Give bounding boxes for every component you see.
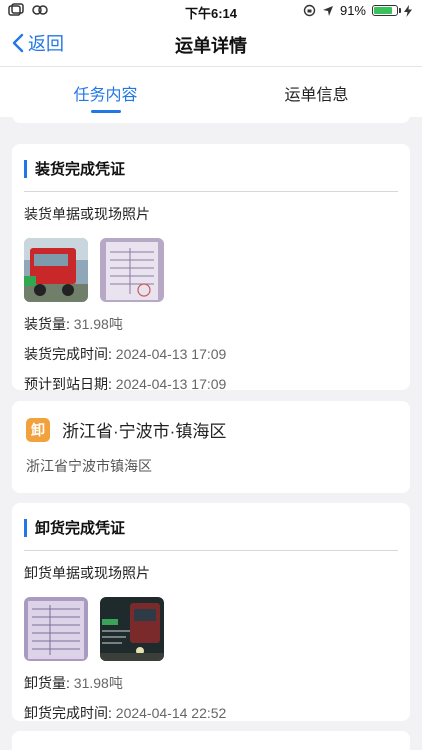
field-label: 预计到站日期: — [24, 376, 116, 392]
section-title: 卸货完成凭证 — [35, 520, 126, 537]
section-accent-bar — [24, 518, 27, 537]
section-accent-bar — [24, 159, 27, 178]
tab-task-content[interactable]: 任务内容 — [0, 67, 211, 117]
next-card-edge — [12, 731, 410, 750]
card-header: 装货完成凭证 — [12, 144, 410, 179]
active-tab-indicator — [90, 110, 121, 113]
tab-label: 运单信息 — [284, 87, 349, 104]
field-value: 2024-04-14 22:52 — [115, 705, 227, 721]
loading-proof-card: 装货完成凭证 装货单据或现场照片 装货量: 31.98吨 装货完成时间: 202… — [12, 144, 410, 392]
truck-photo[interactable] — [24, 238, 88, 302]
divider — [24, 191, 398, 192]
address-header: 卸 浙江省·宁波市·镇海区 — [12, 401, 410, 442]
truck-night-photo[interactable] — [100, 597, 164, 661]
field-label: 装货完成时间: — [24, 346, 116, 362]
divider — [24, 550, 398, 551]
photo-list — [24, 597, 410, 661]
field-value: 2024-04-13 17:09 — [115, 376, 227, 392]
field-value: 2024-04-13 17:09 — [115, 346, 227, 362]
loading-time-row: 装货完成时间: 2024-04-13 17:09 — [24, 344, 410, 362]
tab-label: 任务内容 — [73, 87, 138, 104]
photos-label: 卸货单据或现场照片 — [24, 565, 150, 581]
address-region: 浙江省·宁波市·镇海区 — [62, 422, 227, 441]
battery-icon — [372, 5, 401, 16]
unload-address-card: 卸 浙江省·宁波市·镇海区 浙江省宁波市镇海区 — [12, 401, 410, 493]
battery-fill — [374, 7, 393, 14]
field-value: 31.98吨 — [73, 675, 123, 691]
eta-row: 预计到站日期: 2024-04-13 17:09 — [24, 374, 410, 392]
charging-bolt-icon — [404, 4, 412, 17]
battery-percent: 91% — [339, 3, 366, 18]
loading-amount-row: 装货量: 31.98吨 — [24, 314, 410, 332]
rotation-lock-icon — [303, 4, 316, 17]
page-title: 运单详情 — [175, 36, 247, 56]
previous-card-edge — [12, 117, 410, 123]
section-title: 装货完成凭证 — [35, 161, 126, 178]
unload-marker-icon: 卸 — [26, 417, 50, 442]
location-arrow-icon — [322, 5, 333, 16]
unloading-time-row: 卸货完成时间: 2024-04-14 22:52 — [24, 703, 410, 721]
field-label: 装货量: — [24, 316, 74, 332]
tab-waybill-info[interactable]: 运单信息 — [211, 67, 422, 117]
field-label: 卸货完成时间: — [24, 705, 116, 721]
unloading-proof-card: 卸货完成凭证 卸货单据或现场照片 卸货量: 31.98吨 卸货完成时间: 202… — [12, 503, 410, 721]
tab-bar: 任务内容 运单信息 — [0, 67, 422, 117]
document-photo[interactable] — [24, 597, 88, 661]
scroll-content[interactable]: 装货完成凭证 装货单据或现场照片 装货量: 31.98吨 装货完成时间: 202… — [0, 117, 422, 750]
unloading-amount-row: 卸货量: 31.98吨 — [24, 673, 410, 691]
photo-list — [24, 238, 410, 302]
document-photo[interactable] — [100, 238, 164, 302]
status-bar: 下午6:14 91% — [0, 0, 422, 22]
field-label: 卸货量: — [24, 675, 74, 691]
field-value: 31.98吨 — [73, 316, 123, 332]
card-header: 卸货完成凭证 — [12, 503, 410, 538]
navigation-bar: 返回 运单详情 — [0, 22, 422, 67]
address-detail: 浙江省宁波市镇海区 — [26, 458, 152, 474]
photos-label: 装货单据或现场照片 — [24, 206, 150, 222]
status-right-icons: 91% — [303, 3, 412, 18]
